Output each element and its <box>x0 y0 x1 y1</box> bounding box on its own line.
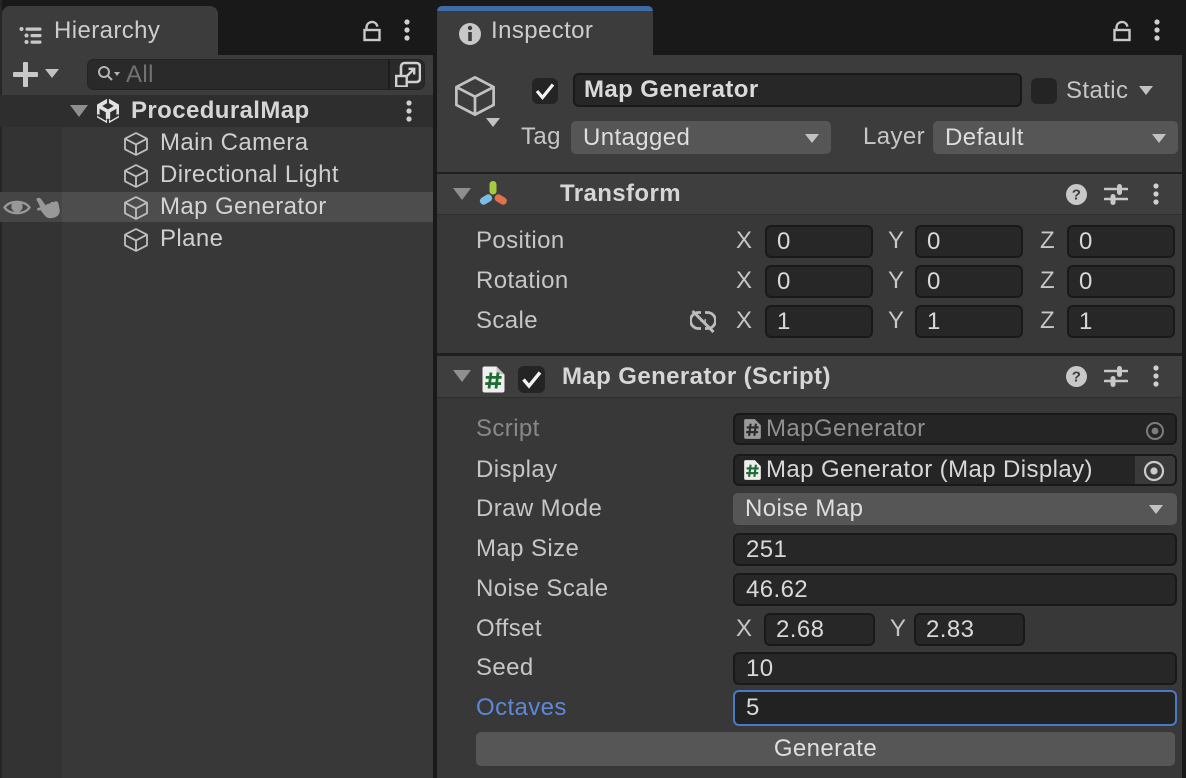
svg-text:?: ? <box>1072 187 1082 204</box>
svg-text:?: ? <box>1072 369 1082 386</box>
